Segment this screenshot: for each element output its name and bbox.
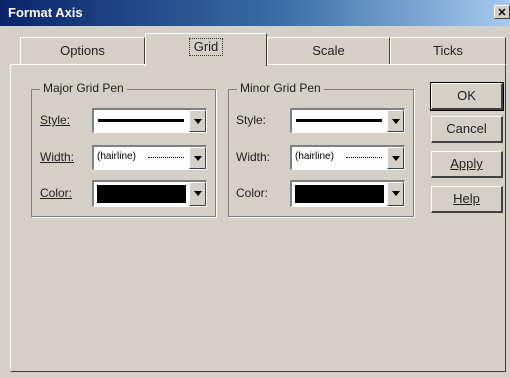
apply-button[interactable]: Apply — [431, 151, 503, 178]
minor-width-preview — [346, 157, 382, 158]
chevron-down-icon[interactable] — [387, 110, 404, 132]
tab-options[interactable]: Options — [20, 37, 145, 64]
close-button[interactable]: ✕ — [494, 5, 510, 19]
title-bar: Format Axis ✕ — [0, 0, 510, 26]
minor-color-label: Color: — [236, 186, 269, 200]
tab-grid[interactable]: Grid — [145, 33, 267, 66]
minor-width-value: (hairline) — [295, 151, 334, 162]
major-color-dropdown[interactable] — [92, 180, 207, 207]
minor-color-swatch — [295, 185, 384, 203]
chevron-down-icon[interactable] — [189, 182, 206, 206]
chevron-down-icon[interactable] — [387, 147, 404, 169]
minor-style-label: Style: — [236, 113, 267, 127]
help-button[interactable]: Help — [431, 186, 503, 213]
cancel-button[interactable]: Cancel — [431, 116, 503, 143]
major-color-swatch — [97, 185, 186, 203]
major-width-dropdown[interactable]: (hairline) — [92, 145, 207, 170]
minor-width-label: Width: — [236, 150, 271, 164]
ok-button[interactable]: OK — [430, 82, 504, 111]
tab-ticks-label: Ticks — [433, 43, 463, 58]
major-style-dropdown[interactable] — [92, 108, 207, 133]
tab-scale[interactable]: Scale — [267, 37, 390, 64]
chevron-down-icon[interactable] — [189, 147, 206, 169]
tab-ticks[interactable]: Ticks — [390, 37, 506, 64]
window-title: Format Axis — [8, 5, 83, 20]
chevron-down-icon[interactable] — [189, 110, 206, 132]
tab-options-label: Options — [60, 43, 105, 58]
apply-button-label: Apply — [450, 156, 483, 171]
minor-width-dropdown[interactable]: (hairline) — [290, 145, 405, 170]
tab-grid-label: Grid — [188, 38, 224, 56]
minor-grid-pen-legend: Minor Grid Pen — [237, 81, 324, 95]
major-color-label: Color: — [40, 186, 73, 200]
help-button-label: Help — [453, 191, 480, 206]
major-grid-pen-legend: Major Grid Pen — [40, 81, 127, 95]
major-width-preview — [148, 157, 184, 158]
chevron-down-icon[interactable] — [387, 182, 404, 206]
major-width-label: Width: — [40, 150, 75, 164]
major-style-preview — [98, 119, 184, 122]
major-width-value: (hairline) — [97, 151, 136, 162]
minor-style-preview — [296, 119, 382, 122]
tab-scale-label: Scale — [312, 43, 345, 58]
close-icon: ✕ — [497, 7, 507, 19]
major-style-label: Style: — [40, 113, 71, 127]
minor-color-dropdown[interactable] — [290, 180, 405, 207]
minor-style-dropdown[interactable] — [290, 108, 405, 133]
